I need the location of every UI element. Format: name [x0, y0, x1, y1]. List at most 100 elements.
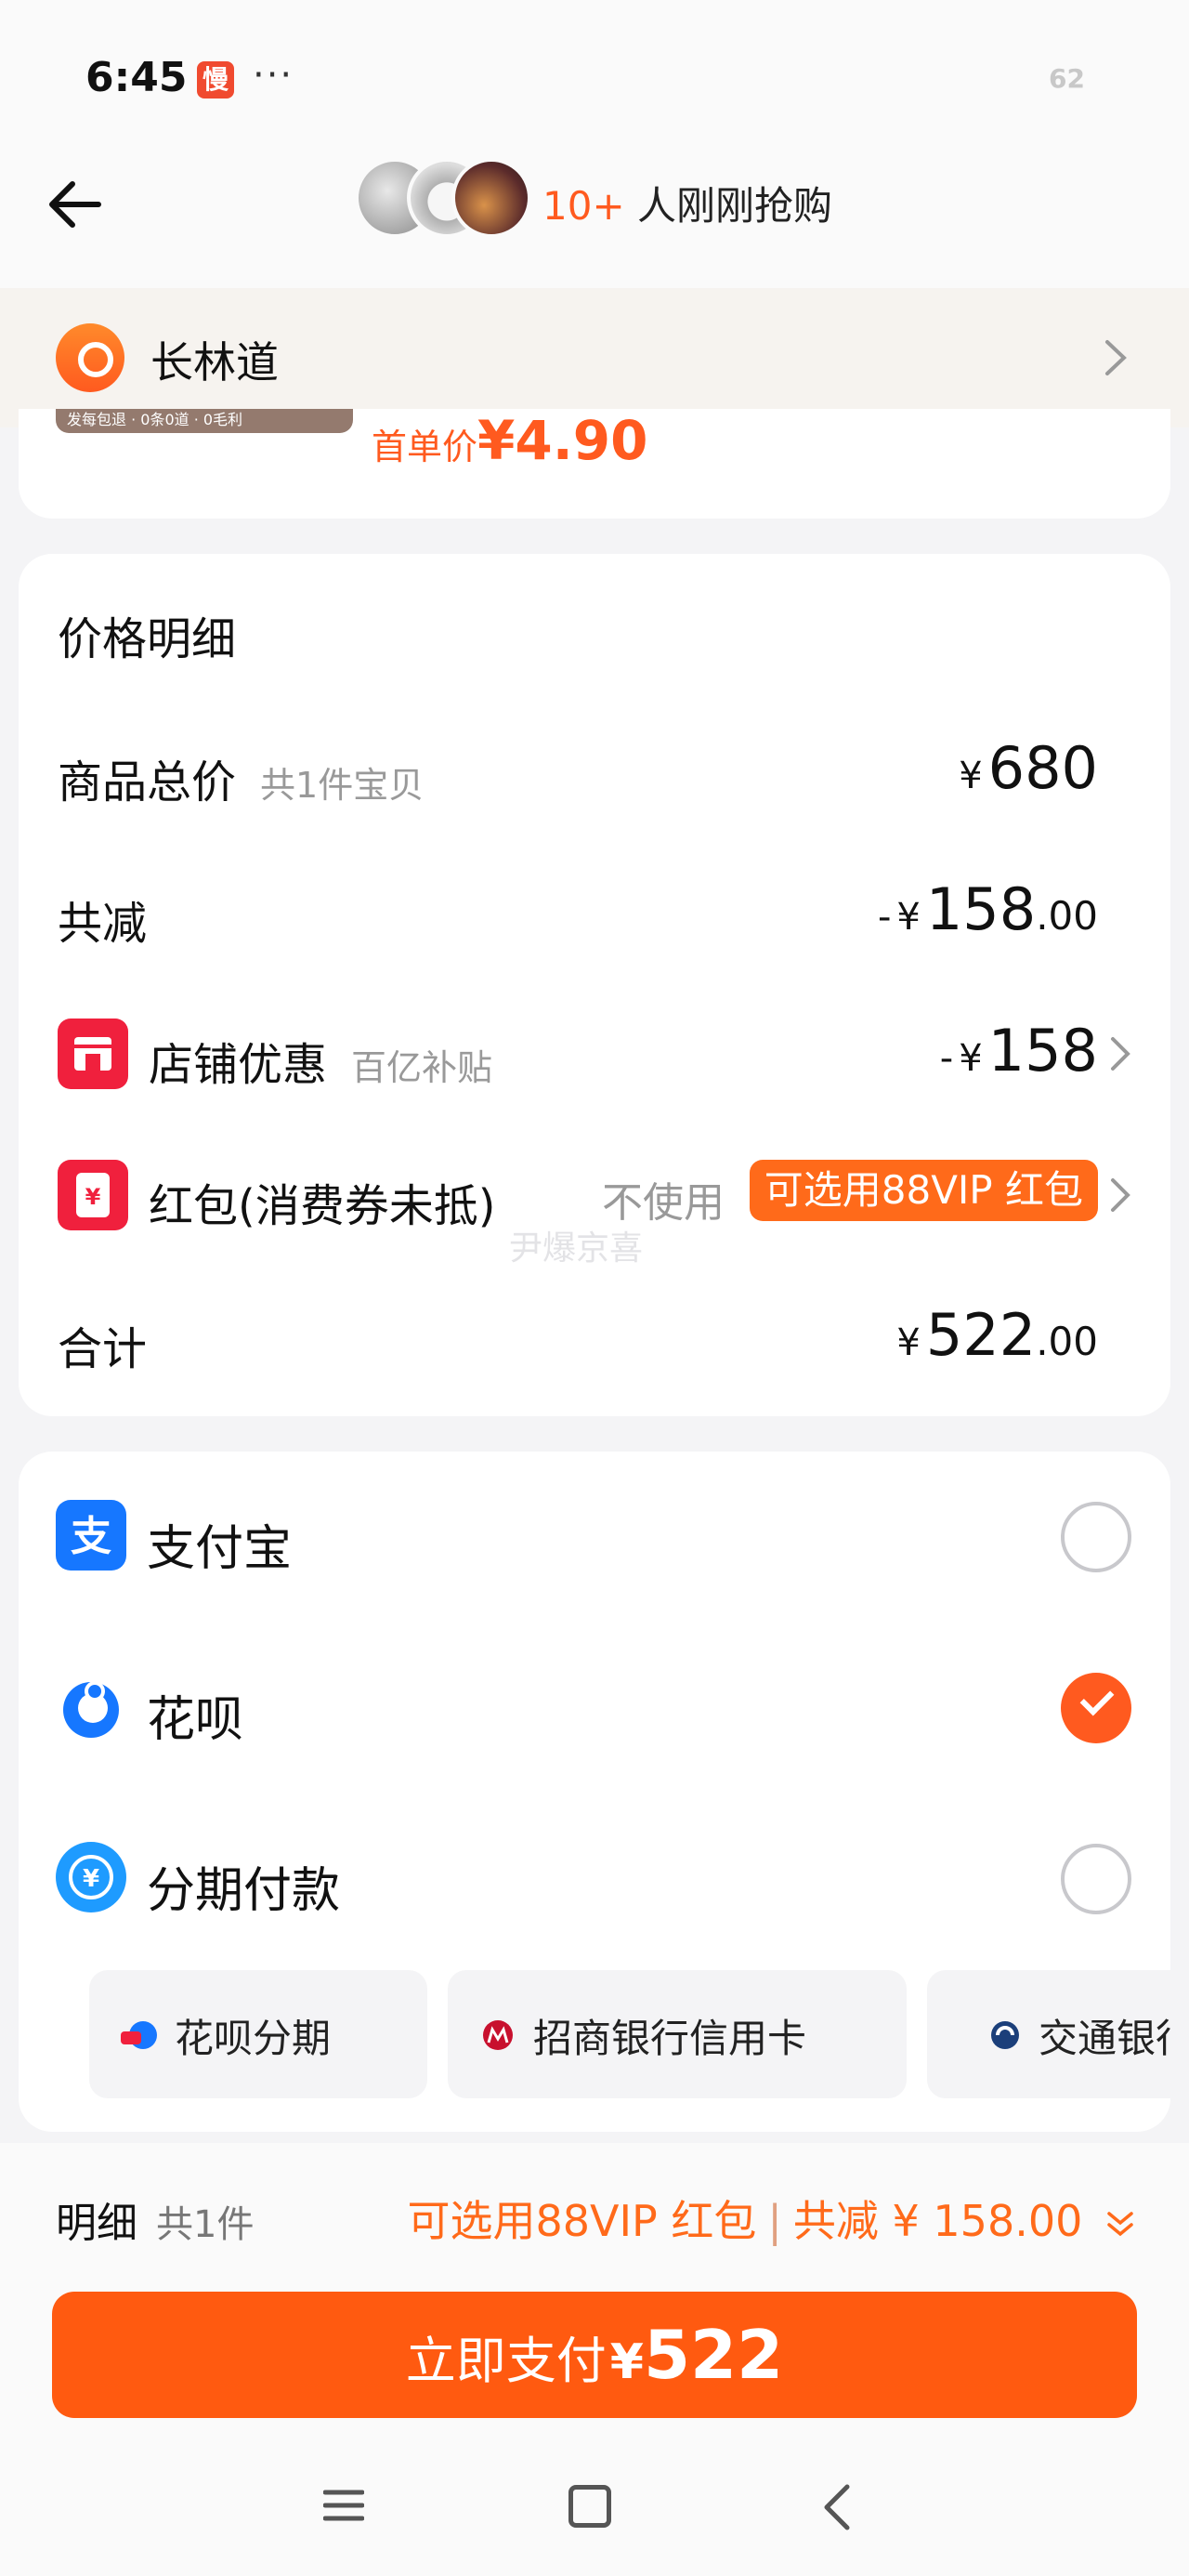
pay-currency: ¥: [609, 2334, 644, 2390]
detail-label: 明细: [56, 2200, 137, 2247]
buyer-avatars: [355, 158, 531, 242]
status-bar: 6:45 慢 ··· 62: [0, 0, 1189, 149]
product-card: 发每包退 · 0条0道 · 0毛利 首单价¥4.90: [19, 409, 1170, 519]
first-price-value: ¥4.90: [477, 409, 648, 472]
page-header: 10+ 人刚刚抢购: [0, 149, 1189, 288]
first-order-price: 首单价¥4.90: [372, 409, 647, 472]
recent-buyers-text: 10+ 人刚刚抢购: [542, 175, 832, 231]
store-discount-label-group: 店铺优惠 百亿补贴: [149, 1028, 492, 1093]
buyers-count: 10+: [542, 183, 625, 229]
option-cmb-credit[interactable]: 招商银行信用卡: [448, 1970, 907, 2098]
status-time: 6:45: [85, 54, 188, 101]
option-label: 交通银行信用卡: [1039, 2016, 1170, 2061]
option-label: 招商银行信用卡: [533, 2016, 807, 2061]
red-packet-status: 不使用: [602, 1179, 725, 1227]
alipay-icon: 支: [56, 1500, 126, 1571]
installment-radio[interactable]: [1061, 1844, 1131, 1914]
buyers-label: 人刚刚抢购: [624, 183, 832, 229]
store-discount-sub: 百亿补贴: [351, 1047, 493, 1088]
goods-total-row: 商品总价 共1件宝贝 ¥680: [19, 730, 1170, 808]
sum-row: 合计 ¥522.00: [19, 1297, 1170, 1375]
huabei-label: 花呗: [147, 1692, 244, 1748]
payment-huabei[interactable]: 花呗: [19, 1658, 1170, 1760]
sum-decimal: .00: [1036, 1319, 1098, 1364]
first-price-label: 首单价: [372, 427, 478, 467]
huabei-installment-icon: [121, 2021, 157, 2049]
store-discount-row[interactable]: 店铺优惠 百亿补贴 - ¥158: [19, 1013, 1170, 1091]
discount-decimal: .00: [1036, 893, 1098, 939]
installment-label: 分期付款: [147, 1863, 341, 1919]
minus-sign: -: [939, 1037, 954, 1080]
store-discount-amount: 158: [987, 1017, 1098, 1084]
chevron-right-icon: [1111, 1037, 1130, 1071]
pay-amount: 522: [643, 2316, 784, 2394]
payment-installment[interactable]: ¥ 分期付款: [19, 1829, 1170, 1931]
currency-symbol: ¥: [896, 1321, 921, 1364]
sum-integer: 522: [925, 1301, 1037, 1369]
cmb-bank-icon: [483, 2020, 513, 2050]
goods-total-count: 共1件宝贝: [260, 765, 425, 806]
product-tags: 发每包退 · 0条0道 · 0毛利: [56, 409, 353, 433]
sum-label: 合计: [58, 1323, 148, 1375]
vip-red-packet-hint: 可选用88VIP 红包: [407, 2196, 757, 2246]
more-notifications-icon: ···: [253, 54, 294, 97]
total-discount-label: 共减: [58, 898, 148, 950]
chevron-right-icon: [1111, 1178, 1130, 1212]
bocom-bank-icon: [991, 2021, 1019, 2049]
store-discount-label: 店铺优惠: [149, 1039, 328, 1091]
option-huabei-installment[interactable]: 花呗分期: [89, 1970, 427, 2098]
huabei-radio-checked[interactable]: [1061, 1673, 1131, 1743]
red-packet-row[interactable]: ¥ 红包(消费券未抵) 不使用 可选用88VIP 红包: [19, 1154, 1170, 1232]
pay-now-button[interactable]: 立即支付¥522: [52, 2292, 1137, 2418]
goods-total-label-group: 商品总价 共1件宝贝: [58, 745, 424, 810]
alipay-radio[interactable]: [1061, 1502, 1131, 1572]
goods-total-value: ¥680: [959, 734, 1098, 802]
vip-red-packet-badge[interactable]: 可选用88VIP 红包: [749, 1160, 1098, 1221]
location-pin-icon: [56, 323, 124, 392]
currency-symbol: ¥: [959, 1037, 983, 1080]
pay-now-label: 立即支付: [405, 2332, 607, 2390]
nav-back-icon[interactable]: [817, 2481, 855, 2533]
store-icon: [58, 1019, 128, 1089]
store-discount-value: - ¥158: [940, 1017, 1098, 1084]
installment-icon: ¥: [56, 1842, 126, 1912]
goods-total-label: 商品总价: [58, 756, 237, 808]
menu-icon[interactable]: [323, 2487, 364, 2524]
minus-sign: -: [877, 896, 892, 939]
chevron-right-icon: [1105, 340, 1127, 375]
double-chevron-down-icon: [1107, 2211, 1133, 2236]
payment-methods-card: 支 支付宝 花呗 ¥ 分期付款 花呗分期 招商银行信用卡 交通银行信用卡: [19, 1452, 1170, 2132]
total-discount-row: 共减 - ¥158.00: [19, 872, 1170, 950]
svg-text:¥: ¥: [83, 1865, 99, 1893]
watermark: 尹爆京喜: [509, 1229, 644, 1268]
avatar: [451, 158, 531, 238]
discount-summary[interactable]: 可选用88VIP 红包 | 共减 ¥ 158.00: [407, 2188, 1137, 2249]
currency-symbol: ¥: [959, 755, 983, 797]
option-label: 花呗分期: [175, 2016, 332, 2061]
option-bocom-credit[interactable]: 交通银行信用卡: [927, 1970, 1170, 2098]
separator: |: [767, 2196, 782, 2246]
price-detail-card: 价格明细 商品总价 共1件宝贝 ¥680 共减 - ¥158.00 店铺优惠 百亿补贴…: [19, 554, 1170, 1416]
red-packet-label: 红包(消费券未抵): [149, 1180, 496, 1232]
order-summary[interactable]: 明细 共1件: [56, 2189, 254, 2249]
home-icon[interactable]: [568, 2485, 611, 2528]
discount-integer: 158: [925, 875, 1037, 943]
price-detail-title: 价格明细: [58, 613, 237, 665]
battery-level: 62: [1049, 63, 1085, 94]
huabei-icon: [56, 1671, 126, 1741]
address-name: 长林道: [150, 337, 279, 388]
total-discount-summary: 共减 ¥ 158.00: [792, 2196, 1083, 2246]
alipay-label: 支付宝: [147, 1521, 293, 1577]
currency-symbol: ¥: [896, 896, 921, 939]
installment-options: 花呗分期 招商银行信用卡 交通银行信用卡: [71, 1970, 1170, 2100]
detail-count: 共1件: [156, 2203, 255, 2246]
product-tags-text: 发每包退 · 0条0道 · 0毛利: [67, 411, 243, 428]
sum-value: ¥522.00: [896, 1301, 1098, 1369]
svg-text:¥: ¥: [85, 1184, 101, 1210]
payment-alipay[interactable]: 支 支付宝: [19, 1487, 1170, 1589]
svg-text:支: 支: [71, 1513, 111, 1560]
delivery-address[interactable]: 长林道: [0, 288, 1189, 427]
app-badge: 慢: [197, 61, 234, 99]
back-arrow-icon[interactable]: [41, 167, 115, 242]
red-packet-icon: ¥: [58, 1160, 128, 1230]
